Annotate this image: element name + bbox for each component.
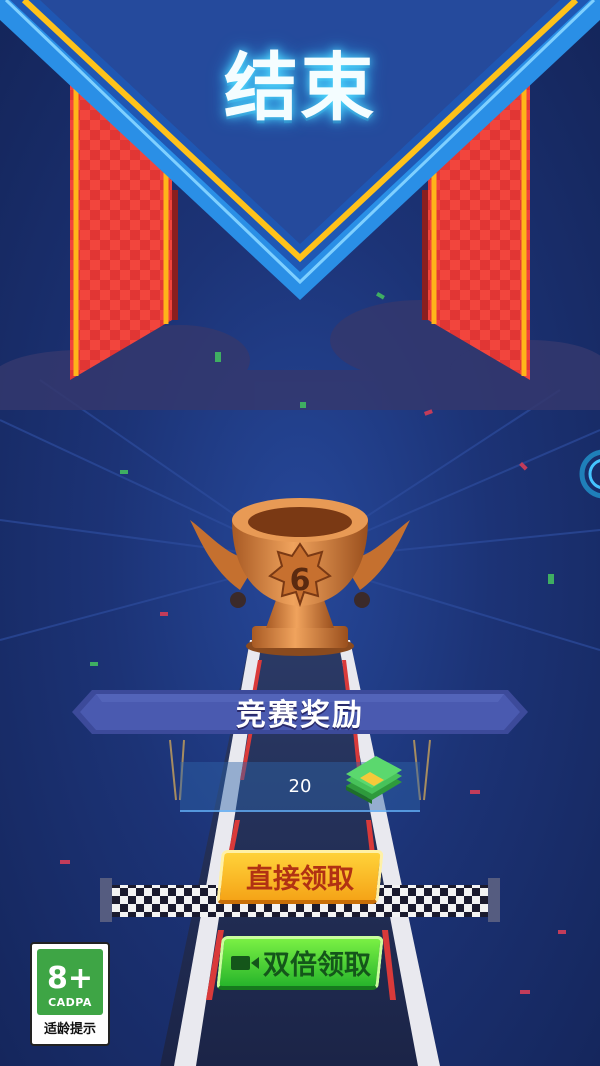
game-over-title: 结束: [224, 45, 376, 131]
trophy-rank: 6: [290, 563, 311, 598]
age-rating-tip: 适龄提示: [43, 1022, 96, 1037]
direct-claim-button[interactable]: 直接领取: [216, 850, 384, 904]
age-rating-number: 8+: [46, 961, 93, 996]
race-scene: [0, 0, 600, 1066]
reward-label: 竞赛奖励: [236, 698, 364, 733]
reward-amount: 20: [288, 776, 312, 797]
age-rating-mark: 8+ CADPA: [37, 949, 103, 1015]
side-ring-glow: [579, 449, 600, 499]
age-rating-org: CADPA: [48, 996, 92, 1009]
double-claim-label: 双倍领取: [262, 950, 371, 981]
direct-claim-label: 直接领取: [246, 864, 355, 895]
video-icon: [230, 955, 259, 970]
age-rating-badge: 8+ CADPA 适龄提示: [30, 942, 110, 1046]
svg-text:6: 6: [290, 563, 311, 598]
double-claim-button[interactable]: 双倍领取: [216, 936, 384, 990]
